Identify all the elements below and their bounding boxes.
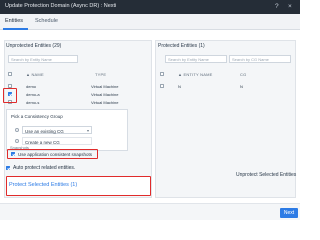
row-checkbox[interactable] bbox=[160, 84, 164, 88]
dialog-title: Update Protection Domain (Async DR) : Ne… bbox=[5, 3, 117, 9]
new-cg-radio[interactable] bbox=[15, 139, 19, 143]
next-button[interactable]: Next bbox=[280, 208, 298, 218]
unprotected-entities-title: Unprotected Entities (29) bbox=[6, 43, 62, 49]
select-all-checkbox[interactable] bbox=[8, 72, 12, 76]
auto-protect-checkbox[interactable] bbox=[6, 166, 10, 170]
tab-entities[interactable]: Entities bbox=[5, 18, 23, 24]
row-entity-type: Virtual Machine bbox=[91, 84, 119, 89]
dialog-footer bbox=[0, 203, 300, 220]
row-entity-type: Virtual Machine bbox=[91, 100, 119, 105]
tab-schedule[interactable]: Schedule bbox=[35, 18, 58, 24]
tab-bar: Entities Schedule bbox=[0, 14, 300, 30]
dialog-title-bar: Update Protection Domain (Async DR) : Ne… bbox=[0, 0, 300, 14]
entity-search-input[interactable]: Search by Entity Name bbox=[8, 55, 78, 63]
highlight-selected-checkbox bbox=[3, 88, 17, 103]
help-icon[interactable]: ? bbox=[275, 2, 279, 12]
row-entity-name: demo-s bbox=[26, 100, 40, 105]
protect-selected-highlight: Protect Selected Entities (1) bbox=[6, 176, 151, 196]
table-row[interactable]: demo-s Virtual Machine bbox=[6, 98, 146, 106]
chevron-down-icon: ▾ bbox=[86, 128, 89, 133]
column-type-header[interactable]: TYPE bbox=[95, 72, 106, 77]
column-cg-header[interactable]: CG bbox=[240, 72, 246, 77]
table-row[interactable]: demo-a Virtual Machine bbox=[6, 90, 146, 98]
table-row[interactable]: N N bbox=[158, 82, 292, 90]
app-consistent-snapshot-option[interactable]: Use application consistent snapshots bbox=[7, 149, 98, 159]
existing-cg-option-text: Use an existing CG bbox=[25, 128, 64, 134]
select-all-protected-checkbox[interactable] bbox=[160, 72, 164, 76]
table-row[interactable]: demo Virtual Machine bbox=[6, 82, 146, 90]
protect-selected-entities-button[interactable]: Protect Selected Entities (1) bbox=[9, 182, 77, 188]
row-cg-name: N bbox=[240, 84, 243, 89]
row-entity-type: Virtual Machine bbox=[91, 92, 119, 97]
row-entity-name: demo bbox=[26, 84, 37, 89]
row-entity-name: demo-a bbox=[26, 92, 40, 97]
column-entity-name-header[interactable]: ▲ ENTITY NAME bbox=[178, 72, 213, 77]
app-consistent-snapshot-text: Use application consistent snapshots bbox=[18, 152, 93, 157]
protected-entities-title: Protected Entities (1) bbox=[158, 43, 205, 49]
new-cg-option-text: Create a new CG bbox=[25, 139, 60, 145]
app-consistent-snapshot-checkbox[interactable] bbox=[11, 152, 15, 156]
active-tab-indicator bbox=[3, 28, 28, 30]
auto-protect-label: Auto protect related entities. bbox=[13, 165, 76, 171]
new-cg-option[interactable]: Create a new CG bbox=[22, 137, 92, 145]
column-name-header[interactable]: ▲ NAME bbox=[26, 72, 44, 77]
consistency-group-label: Pick a Consistency Group bbox=[11, 114, 63, 119]
close-icon[interactable]: × bbox=[288, 2, 292, 12]
protected-entity-search-input[interactable]: Search by Entity Name bbox=[165, 55, 227, 63]
cg-search-input[interactable]: Search by CG Name bbox=[229, 55, 291, 63]
existing-cg-select[interactable]: Use an existing CG ▾ bbox=[22, 126, 92, 134]
existing-cg-radio[interactable] bbox=[15, 128, 19, 132]
row-entity-name: N bbox=[178, 84, 181, 89]
unprotect-selected-entities-button[interactable]: Unprotect Selected Entities bbox=[236, 172, 296, 178]
